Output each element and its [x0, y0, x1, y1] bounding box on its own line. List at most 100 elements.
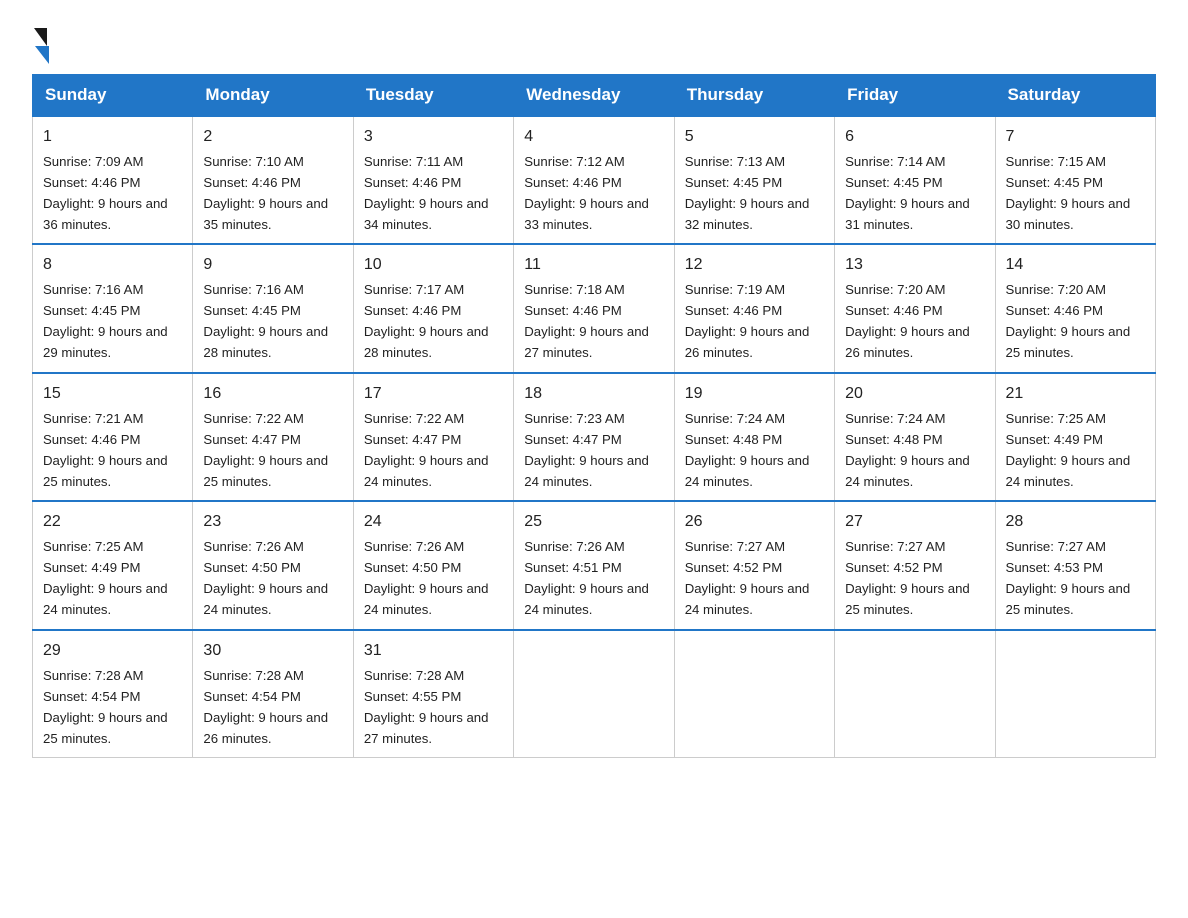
day-info: Sunrise: 7:22 AMSunset: 4:47 PMDaylight:…	[203, 411, 328, 489]
day-info: Sunrise: 7:24 AMSunset: 4:48 PMDaylight:…	[845, 411, 970, 489]
day-number: 3	[364, 125, 503, 150]
calendar-table: SundayMondayTuesdayWednesdayThursdayFrid…	[32, 74, 1156, 758]
calendar-cell	[674, 630, 834, 758]
calendar-cell: 12 Sunrise: 7:19 AMSunset: 4:46 PMDayligh…	[674, 244, 834, 372]
day-info: Sunrise: 7:21 AMSunset: 4:46 PMDaylight:…	[43, 411, 168, 489]
page-header	[32, 24, 1156, 64]
day-number: 16	[203, 382, 342, 407]
day-number: 24	[364, 510, 503, 535]
day-info: Sunrise: 7:23 AMSunset: 4:47 PMDaylight:…	[524, 411, 649, 489]
calendar-header-friday: Friday	[835, 75, 995, 117]
calendar-cell: 1 Sunrise: 7:09 AMSunset: 4:46 PMDaylight…	[33, 116, 193, 244]
day-info: Sunrise: 7:22 AMSunset: 4:47 PMDaylight:…	[364, 411, 489, 489]
calendar-cell: 22 Sunrise: 7:25 AMSunset: 4:49 PMDayligh…	[33, 501, 193, 629]
calendar-cell: 8 Sunrise: 7:16 AMSunset: 4:45 PMDaylight…	[33, 244, 193, 372]
day-number: 9	[203, 253, 342, 278]
calendar-cell: 29 Sunrise: 7:28 AMSunset: 4:54 PMDayligh…	[33, 630, 193, 758]
day-number: 8	[43, 253, 182, 278]
day-number: 11	[524, 253, 663, 278]
calendar-cell: 19 Sunrise: 7:24 AMSunset: 4:48 PMDayligh…	[674, 373, 834, 501]
calendar-week-row-4: 22 Sunrise: 7:25 AMSunset: 4:49 PMDayligh…	[33, 501, 1156, 629]
calendar-cell: 16 Sunrise: 7:22 AMSunset: 4:47 PMDayligh…	[193, 373, 353, 501]
calendar-header-tuesday: Tuesday	[353, 75, 513, 117]
day-number: 28	[1006, 510, 1145, 535]
day-info: Sunrise: 7:25 AMSunset: 4:49 PMDaylight:…	[43, 539, 168, 617]
calendar-cell: 20 Sunrise: 7:24 AMSunset: 4:48 PMDayligh…	[835, 373, 995, 501]
day-info: Sunrise: 7:18 AMSunset: 4:46 PMDaylight:…	[524, 282, 649, 360]
day-number: 27	[845, 510, 984, 535]
calendar-cell: 13 Sunrise: 7:20 AMSunset: 4:46 PMDayligh…	[835, 244, 995, 372]
day-info: Sunrise: 7:12 AMSunset: 4:46 PMDaylight:…	[524, 154, 649, 232]
day-info: Sunrise: 7:14 AMSunset: 4:45 PMDaylight:…	[845, 154, 970, 232]
day-info: Sunrise: 7:15 AMSunset: 4:45 PMDaylight:…	[1006, 154, 1131, 232]
day-number: 19	[685, 382, 824, 407]
day-number: 22	[43, 510, 182, 535]
day-number: 7	[1006, 125, 1145, 150]
calendar-cell: 26 Sunrise: 7:27 AMSunset: 4:52 PMDayligh…	[674, 501, 834, 629]
day-info: Sunrise: 7:09 AMSunset: 4:46 PMDaylight:…	[43, 154, 168, 232]
calendar-week-row-5: 29 Sunrise: 7:28 AMSunset: 4:54 PMDayligh…	[33, 630, 1156, 758]
calendar-cell: 7 Sunrise: 7:15 AMSunset: 4:45 PMDaylight…	[995, 116, 1155, 244]
calendar-cell	[835, 630, 995, 758]
day-info: Sunrise: 7:20 AMSunset: 4:46 PMDaylight:…	[1006, 282, 1131, 360]
calendar-cell	[514, 630, 674, 758]
calendar-cell: 4 Sunrise: 7:12 AMSunset: 4:46 PMDaylight…	[514, 116, 674, 244]
calendar-cell: 15 Sunrise: 7:21 AMSunset: 4:46 PMDayligh…	[33, 373, 193, 501]
calendar-cell: 25Sunrise: 7:26 AMSunset: 4:51 PMDayligh…	[514, 501, 674, 629]
day-number: 23	[203, 510, 342, 535]
calendar-header-row: SundayMondayTuesdayWednesdayThursdayFrid…	[33, 75, 1156, 117]
day-info: Sunrise: 7:26 AMSunset: 4:50 PMDaylight:…	[203, 539, 328, 617]
calendar-cell: 14 Sunrise: 7:20 AMSunset: 4:46 PMDayligh…	[995, 244, 1155, 372]
day-number: 4	[524, 125, 663, 150]
day-info: Sunrise: 7:10 AMSunset: 4:46 PMDaylight:…	[203, 154, 328, 232]
day-info: Sunrise: 7:16 AMSunset: 4:45 PMDaylight:…	[43, 282, 168, 360]
day-info: Sunrise: 7:28 AMSunset: 4:55 PMDaylight:…	[364, 668, 489, 746]
day-number: 15	[43, 382, 182, 407]
day-number: 29	[43, 639, 182, 664]
logo-blue-text	[32, 46, 49, 64]
day-number: 17	[364, 382, 503, 407]
day-info: Sunrise: 7:26 AMSunset: 4:50 PMDaylight:…	[364, 539, 489, 617]
day-number: 12	[685, 253, 824, 278]
day-info: Sunrise: 7:27 AMSunset: 4:52 PMDaylight:…	[685, 539, 810, 617]
calendar-cell: 18 Sunrise: 7:23 AMSunset: 4:47 PMDayligh…	[514, 373, 674, 501]
logo-triangle-blue	[35, 46, 49, 64]
day-number: 18	[524, 382, 663, 407]
day-info: Sunrise: 7:19 AMSunset: 4:46 PMDaylight:…	[685, 282, 810, 360]
day-number: 26	[685, 510, 824, 535]
calendar-cell: 21Sunrise: 7:25 AMSunset: 4:49 PMDayligh…	[995, 373, 1155, 501]
calendar-week-row-3: 15 Sunrise: 7:21 AMSunset: 4:46 PMDayligh…	[33, 373, 1156, 501]
calendar-cell: 24 Sunrise: 7:26 AMSunset: 4:50 PMDayligh…	[353, 501, 513, 629]
calendar-cell: 11 Sunrise: 7:18 AMSunset: 4:46 PMDayligh…	[514, 244, 674, 372]
calendar-header-sunday: Sunday	[33, 75, 193, 117]
calendar-cell: 9 Sunrise: 7:16 AMSunset: 4:45 PMDaylight…	[193, 244, 353, 372]
calendar-cell: 6 Sunrise: 7:14 AMSunset: 4:45 PMDaylight…	[835, 116, 995, 244]
day-info: Sunrise: 7:11 AMSunset: 4:46 PMDaylight:…	[364, 154, 489, 232]
calendar-cell: 28 Sunrise: 7:27 AMSunset: 4:53 PMDayligh…	[995, 501, 1155, 629]
day-info: Sunrise: 7:24 AMSunset: 4:48 PMDaylight:…	[685, 411, 810, 489]
logo-triangle-black	[34, 28, 47, 46]
day-number: 13	[845, 253, 984, 278]
calendar-header-monday: Monday	[193, 75, 353, 117]
calendar-cell: 2 Sunrise: 7:10 AMSunset: 4:46 PMDaylight…	[193, 116, 353, 244]
calendar-cell: 23 Sunrise: 7:26 AMSunset: 4:50 PMDayligh…	[193, 501, 353, 629]
day-number: 31	[364, 639, 503, 664]
day-info: Sunrise: 7:16 AMSunset: 4:45 PMDaylight:…	[203, 282, 328, 360]
calendar-cell: 10Sunrise: 7:17 AMSunset: 4:46 PMDayligh…	[353, 244, 513, 372]
day-number: 14	[1006, 253, 1145, 278]
calendar-header-saturday: Saturday	[995, 75, 1155, 117]
calendar-week-row-1: 1 Sunrise: 7:09 AMSunset: 4:46 PMDaylight…	[33, 116, 1156, 244]
day-number: 20	[845, 382, 984, 407]
calendar-cell	[995, 630, 1155, 758]
calendar-cell: 5Sunrise: 7:13 AMSunset: 4:45 PMDaylight…	[674, 116, 834, 244]
day-number: 21	[1006, 382, 1145, 407]
day-number: 6	[845, 125, 984, 150]
calendar-header-wednesday: Wednesday	[514, 75, 674, 117]
day-number: 1	[43, 125, 182, 150]
day-info: Sunrise: 7:20 AMSunset: 4:46 PMDaylight:…	[845, 282, 970, 360]
day-info: Sunrise: 7:27 AMSunset: 4:53 PMDaylight:…	[1006, 539, 1131, 617]
logo	[32, 24, 49, 64]
calendar-header-thursday: Thursday	[674, 75, 834, 117]
day-info: Sunrise: 7:28 AMSunset: 4:54 PMDaylight:…	[43, 668, 168, 746]
day-number: 2	[203, 125, 342, 150]
